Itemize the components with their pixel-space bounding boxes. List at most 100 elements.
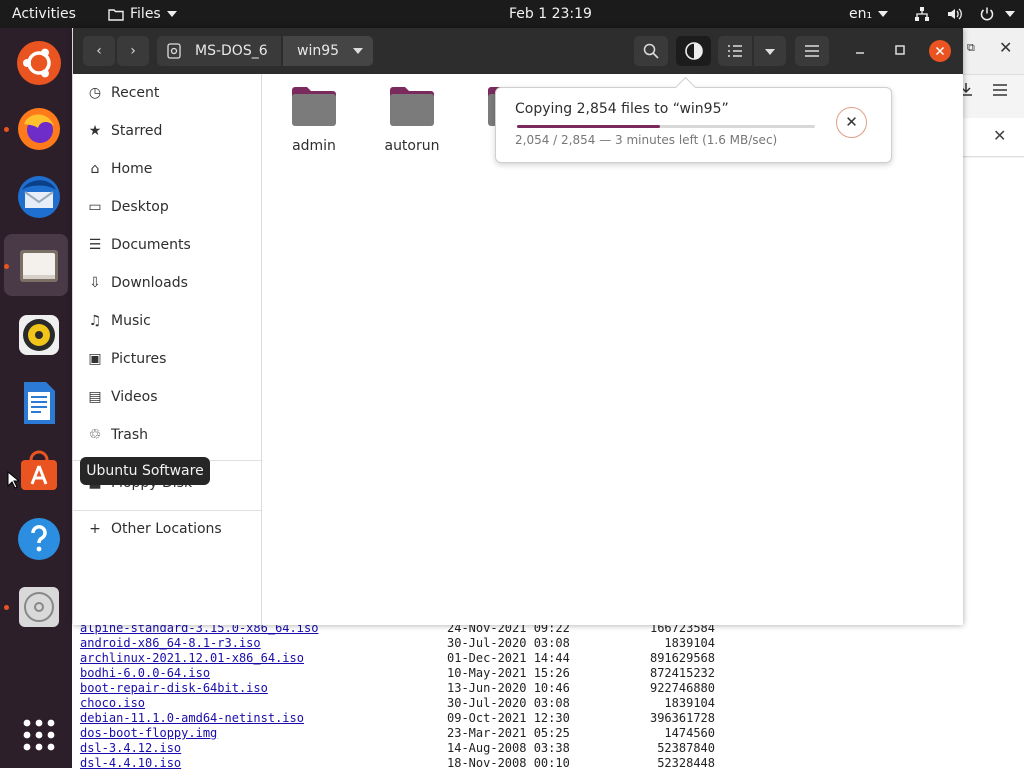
file-link[interactable]: dsl-4.4.10.iso: [80, 756, 181, 771]
browser-toolbar: [960, 74, 1024, 119]
close-icon: ✕: [845, 113, 858, 131]
drive-icon: [167, 43, 181, 59]
maximize-button[interactable]: [892, 42, 908, 58]
running-indicator: [4, 127, 9, 132]
input-source-menu[interactable]: en₁: [849, 0, 889, 28]
progress-bar-fill: [517, 125, 661, 128]
folder-label: admin: [292, 138, 336, 154]
dock-item-disc[interactable]: [4, 576, 68, 638]
input-source-label: en₁: [849, 6, 873, 22]
home-icon: ⌂: [90, 161, 100, 177]
sidebar-item-label: Recent: [111, 85, 160, 101]
close-icon[interactable]: ✕: [999, 38, 1012, 57]
power-icon: [980, 7, 994, 21]
file-size: 1839104: [664, 696, 715, 710]
rhythmbox-icon: [19, 315, 59, 355]
close-button[interactable]: [929, 40, 951, 62]
folder-item[interactable]: admin: [269, 84, 359, 164]
operations-progress-icon: [684, 42, 703, 60]
close-icon[interactable]: ✕: [993, 126, 1006, 145]
path-segment-root[interactable]: MS-DOS_6: [157, 36, 281, 66]
folder-icon: [108, 9, 124, 21]
file-link[interactable]: bodhi-6.0.0-64.iso: [80, 666, 210, 681]
thunderbird-icon: [18, 176, 60, 218]
system-menu[interactable]: [914, 0, 1016, 28]
restore-icon[interactable]: ⧉: [967, 41, 975, 55]
back-button[interactable]: ‹: [83, 36, 115, 66]
software-icon: [21, 450, 57, 490]
dock-item-help[interactable]: [4, 508, 68, 570]
dock-item-files[interactable]: [4, 234, 68, 296]
minimize-button[interactable]: [852, 42, 868, 58]
sidebar-item-label: Music: [111, 313, 151, 329]
sidebar-item-label: Videos: [111, 389, 158, 405]
sidebar-item-downloads[interactable]: ⇩ Downloads: [73, 265, 261, 301]
path-segment-current[interactable]: win95: [283, 36, 373, 66]
file-link[interactable]: archlinux-2021.12.01-x86_64.iso: [80, 651, 304, 666]
directory-listing: alpine-standard-3.15.0-x86_64.iso 24-Nov-…: [80, 621, 780, 771]
top-bar: Activities Files Feb 1 23:19 en₁: [0, 0, 1024, 28]
show-apps-button[interactable]: [4, 704, 68, 766]
help-icon: [18, 518, 60, 560]
file-link[interactable]: debian-11.1.0-amd64-netinst.iso: [80, 711, 304, 726]
file-link[interactable]: boot-repair-disk-64bit.iso: [80, 681, 268, 696]
app-menu[interactable]: Files: [108, 0, 177, 28]
dock-item-writer[interactable]: [4, 372, 68, 434]
volume-icon: [948, 8, 963, 20]
listing-row: dsl-3.4.12.iso 14-Aug-2008 03:38 52387840: [80, 741, 780, 756]
view-options-button[interactable]: [754, 36, 786, 66]
file-link[interactable]: dos-boot-floppy.img: [80, 726, 217, 741]
dock-item-thunderbird[interactable]: [4, 166, 68, 228]
search-button[interactable]: [634, 36, 668, 66]
maximize-icon: [895, 45, 905, 55]
sidebar-item-desktop[interactable]: ▭ Desktop: [73, 189, 261, 225]
sidebar-item-pictures[interactable]: ▣ Pictures: [73, 341, 261, 377]
sidebar-item-other-locations[interactable]: + Other Locations: [73, 511, 261, 547]
file-link[interactable]: android-x86_64-8.1-r3.iso: [80, 636, 261, 651]
dock-tooltip: Ubuntu Software: [80, 457, 210, 485]
background-browser-window: ⧉ ✕ ✕: [960, 28, 1024, 158]
file-size: 52387840: [657, 741, 715, 755]
folder-item[interactable]: autorun: [367, 84, 457, 164]
chevron-down-icon: [353, 48, 363, 54]
listing-row: bodhi-6.0.0-64.iso 10-May-2021 15:26 87241…: [80, 666, 780, 681]
header-bar: ‹ › MS-DOS_6 win95: [73, 28, 963, 74]
file-date: 30-Jul-2020 03:08: [447, 696, 570, 710]
close-icon: [935, 46, 945, 56]
listing-row: archlinux-2021.12.01-x86_64.iso 01-Dec-20…: [80, 651, 780, 666]
listing-row: choco.iso 30-Jul-2020 03:08 1839104: [80, 696, 780, 711]
file-link[interactable]: dsl-3.4.12.iso: [80, 741, 181, 756]
forward-button[interactable]: ›: [117, 36, 149, 66]
dock-item-firefox[interactable]: [4, 98, 68, 160]
file-link[interactable]: choco.iso: [80, 696, 145, 711]
cancel-operation-button[interactable]: ✕: [836, 107, 867, 138]
sidebar-item-label: Home: [111, 161, 153, 177]
folder-icon: [292, 87, 336, 126]
sidebar-item-music[interactable]: ♫ Music: [73, 303, 261, 339]
search-icon: [643, 43, 659, 59]
main-menu-button[interactable]: [795, 36, 829, 66]
dock-item-ubuntu[interactable]: [4, 32, 68, 94]
sidebar-item-home[interactable]: ⌂ Home: [73, 151, 261, 187]
operation-title: Copying 2,854 files to “win95”: [515, 101, 729, 117]
sidebar-item-label: Desktop: [111, 199, 169, 215]
sidebar-item-label: Downloads: [111, 275, 188, 291]
browser-findbar: ✕: [963, 118, 1024, 157]
file-date: 23-Mar-2021 05:25: [447, 726, 570, 740]
file-date: 30-Jul-2020 03:08: [447, 636, 570, 650]
operation-details: 2,054 / 2,854 — 3 minutes left (1.6 MB/s…: [515, 133, 778, 147]
dock: [0, 28, 72, 768]
sidebar-item-videos[interactable]: ▤ Videos: [73, 379, 261, 415]
progress-button[interactable]: [676, 36, 711, 66]
hamburger-menu-icon[interactable]: [993, 84, 1007, 96]
dock-item-rhythmbox[interactable]: [4, 304, 68, 366]
sidebar-item-trash[interactable]: ♲ Trash: [73, 417, 261, 453]
chevron-down-icon: [1005, 11, 1016, 17]
view-toggle-button[interactable]: [718, 36, 752, 66]
clock[interactable]: Feb 1 23:19: [509, 0, 592, 28]
sidebar-item-documents[interactable]: ☰ Documents: [73, 227, 261, 263]
sidebar-item-recent[interactable]: ◷ Recent: [73, 75, 261, 111]
sidebar-item-starred[interactable]: ★ Starred: [73, 113, 261, 149]
listing-row: dsl-4.4.10.iso 18-Nov-2008 00:10 52328448: [80, 756, 780, 771]
activities-button[interactable]: Activities: [12, 0, 76, 28]
